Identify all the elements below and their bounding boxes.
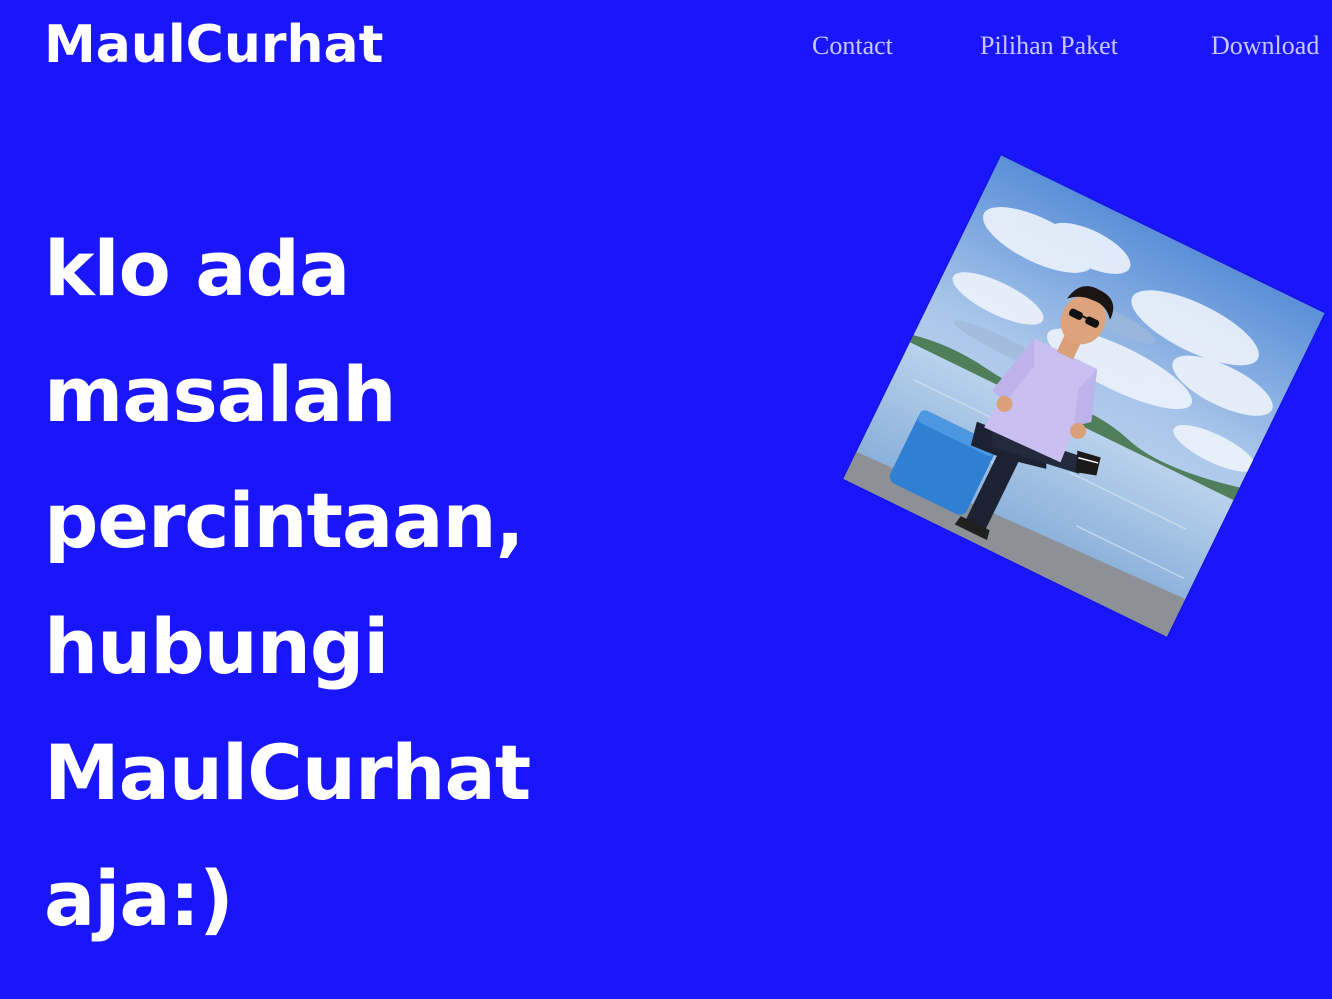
headline-line: masalah [44,350,396,439]
hero-headline: klo ada masalah percintaan, hubungi Maul… [44,206,684,962]
headline-line: klo ada [44,224,350,313]
person-photo [843,155,1325,637]
nav-link-download[interactable]: Download [1211,26,1319,66]
headline-line: percintaan, [44,476,525,565]
main-nav: Contact Pilihan Paket Download [0,26,1332,66]
headline-line: aja:) [44,854,234,943]
nav-link-pilihan-paket[interactable]: Pilihan Paket [980,26,1118,66]
nav-link-contact[interactable]: Contact [812,26,893,66]
headline-line: MaulCurhat [44,728,531,817]
photo-illustration [843,155,1325,637]
headline-line: hubungi [44,602,389,691]
